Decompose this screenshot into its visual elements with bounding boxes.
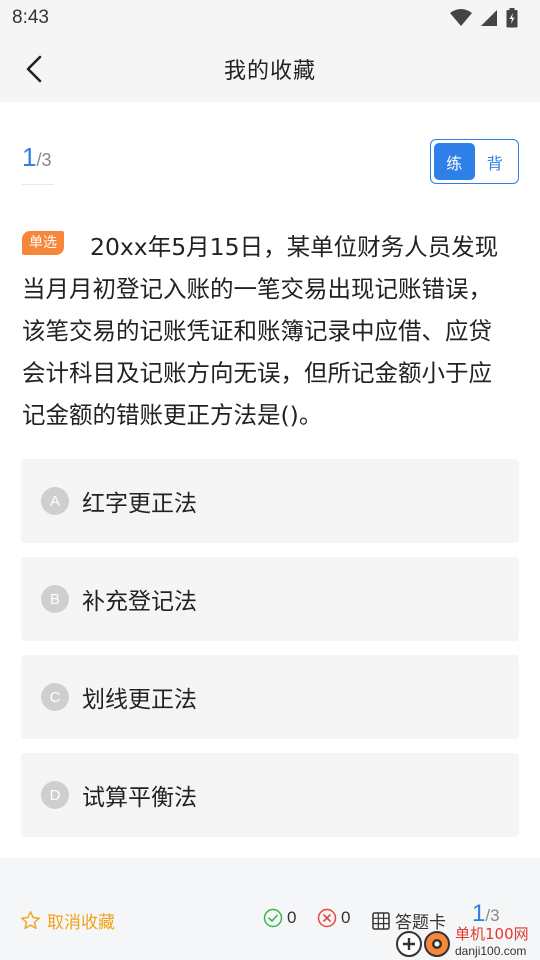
options-list: A 红字更正法 B 补充登记法 C 划线更正法 D 试算平衡法 bbox=[21, 459, 519, 851]
question-text: 20xx年5月15日，某单位财务人员发现当月月初登记入账的一笔交易出现记账错误，… bbox=[22, 233, 499, 429]
option-a[interactable]: A 红字更正法 bbox=[21, 459, 519, 543]
question: 单选 20xx年5月15日，某单位财务人员发现当月月初登记入账的一笔交易出现记账错… bbox=[22, 226, 512, 436]
progress-divider bbox=[22, 184, 54, 185]
status-time: 8:43 bbox=[12, 7, 49, 28]
header: 我的收藏 bbox=[0, 36, 540, 102]
correct-count: 0 bbox=[263, 908, 296, 928]
progress-total: /3 bbox=[36, 150, 52, 170]
option-letter: A bbox=[41, 487, 69, 515]
question-type-badge: 单选 bbox=[22, 231, 64, 255]
wrong-count: 0 bbox=[317, 908, 350, 928]
option-letter: D bbox=[41, 781, 69, 809]
signal-icon bbox=[481, 10, 497, 26]
chevron-left-icon bbox=[26, 55, 42, 83]
star-icon bbox=[21, 911, 40, 930]
option-text: 补充登记法 bbox=[82, 589, 197, 615]
practice-mode-button[interactable]: 练 bbox=[434, 143, 475, 180]
site-watermark: 单机100网 danji100.com bbox=[393, 918, 540, 960]
back-button[interactable] bbox=[18, 52, 50, 86]
status-bar: 8:43 bbox=[0, 0, 540, 36]
option-text: 试算平衡法 bbox=[82, 785, 197, 811]
question-progress: 1 /3 bbox=[22, 142, 51, 173]
page-title: 我的收藏 bbox=[223, 59, 316, 84]
wifi-icon bbox=[450, 9, 472, 26]
svg-text:danji100.com: danji100.com bbox=[455, 944, 526, 958]
option-letter: C bbox=[41, 683, 69, 711]
unfavorite-button[interactable]: 取消收藏 bbox=[20, 908, 115, 933]
mode-toggle: 练 背 bbox=[430, 139, 519, 184]
correct-count-value: 0 bbox=[287, 908, 297, 927]
option-c[interactable]: C 划线更正法 bbox=[21, 655, 519, 739]
memorize-mode-button[interactable]: 背 bbox=[475, 143, 516, 180]
battery-icon bbox=[506, 8, 518, 28]
wrong-count-value: 0 bbox=[341, 908, 351, 927]
unfavorite-label: 取消收藏 bbox=[47, 913, 115, 933]
option-letter: B bbox=[41, 585, 69, 613]
option-d[interactable]: D 试算平衡法 bbox=[21, 753, 519, 837]
svg-text:单机100网: 单机100网 bbox=[455, 925, 529, 943]
option-text: 红字更正法 bbox=[82, 491, 197, 517]
progress-current: 1 bbox=[22, 142, 37, 172]
grid-icon bbox=[372, 911, 390, 930]
watermark-logo: 单机100网 danji100.com bbox=[396, 925, 529, 958]
question-card: 1 /3 练 背 单选 20xx年5月15日，某单位财务人员发现当月月初登记入账的… bbox=[0, 102, 540, 858]
option-b[interactable]: B 补充登记法 bbox=[21, 557, 519, 641]
x-circle-icon bbox=[317, 908, 337, 928]
option-text: 划线更正法 bbox=[82, 687, 197, 713]
check-circle-icon bbox=[263, 908, 283, 928]
status-icons bbox=[450, 8, 518, 28]
